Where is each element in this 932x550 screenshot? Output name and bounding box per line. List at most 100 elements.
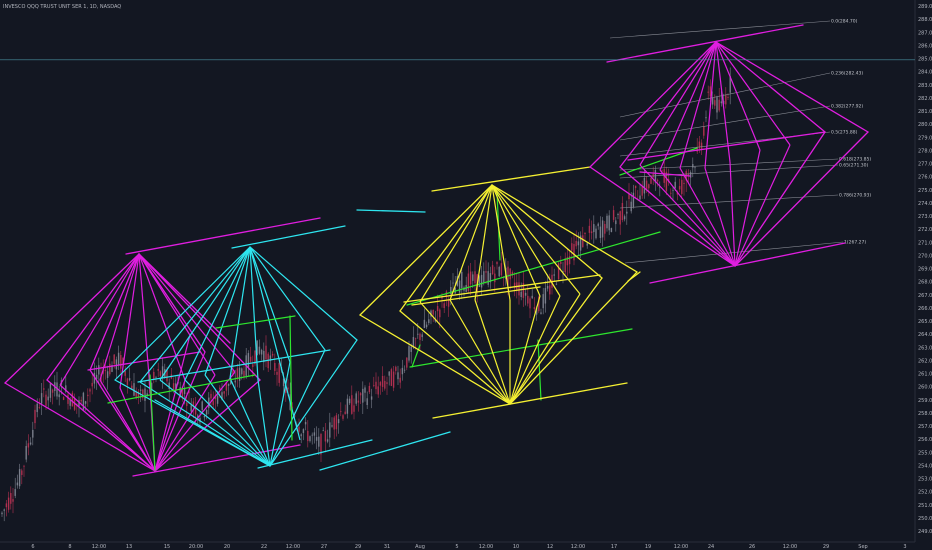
candle-body [634,185,637,189]
candle-body [692,164,694,168]
price-tick-label: 266.00 [918,306,932,312]
time-tick-label: 5 [455,544,458,550]
candle-body [183,389,186,395]
price-tick-label: 253.00 [918,477,932,483]
candle-body [249,356,252,362]
price-tick-label: 269.00 [918,267,932,273]
candle-body [14,489,16,496]
candle-body [388,371,390,376]
candle-body [353,405,355,412]
time-tick-label: 24 [708,544,714,550]
candle-body [500,263,503,276]
candle-body [357,400,360,403]
candle-body [410,346,412,352]
price-tick-label: 261.00 [918,372,932,378]
price-tick-label: 272.00 [918,227,932,233]
candle-body [370,396,373,400]
candle-body [610,228,613,232]
candle-body [601,220,604,238]
time-tick-label: 27 [321,544,327,550]
candle-body [216,395,219,404]
candle-body [307,430,309,442]
time-tick-label: 6 [31,544,34,550]
candle-body [186,402,188,406]
fib-level-label: 0.786(270.93) [839,193,871,199]
price-tick-label: 288.00 [918,17,932,23]
candle-body [45,394,47,406]
candle-body [21,470,23,475]
chart-container[interactable]: 0.0(284.70) 0.236(282.43) 0.382(277.92) 0.5… [0,0,932,550]
candle-body [571,243,573,251]
time-tick-label: 29 [355,544,361,550]
candle-body [480,274,483,288]
candle-body [311,434,313,436]
candle-body [414,338,417,340]
candle-body [324,430,327,442]
candle-body [62,397,65,400]
candle-body [276,371,278,375]
candle-body [674,181,676,189]
candle-body [630,201,632,212]
price-tick-label: 278.00 [918,148,932,154]
candle-body [155,377,157,379]
candle-body [546,285,549,289]
candle-body [443,303,445,309]
candle-body [698,141,701,149]
candle-body [58,394,60,398]
candle-body [593,224,595,233]
candle-body [153,371,155,380]
candle-body [403,369,406,371]
time-tick-label: 17 [611,544,617,550]
candle-body [615,220,617,225]
candle-body [527,295,529,304]
candle-body [498,266,500,277]
candle-body [472,274,474,281]
price-tick-label: 282.00 [918,96,932,102]
candle-body [157,369,159,371]
candle-body [362,388,364,403]
candle-body [643,177,646,194]
price-tick-label: 289.00 [918,4,932,10]
time-tick-label: 12 [547,544,553,550]
price-tick-label: 254.00 [918,463,932,469]
candle-body [320,433,322,455]
candle-body [326,439,329,442]
candle-body [573,243,575,261]
candle-body [368,385,371,393]
candle-body [71,392,74,407]
candle-body [386,382,388,384]
candle-body [87,394,89,397]
candle-body [390,369,393,386]
candle-body [599,226,602,238]
candle-body [452,282,454,284]
candle-body [392,371,395,388]
candle-body [348,398,351,404]
candle-body [586,243,588,246]
candle-body [467,273,470,292]
candle-body [727,97,729,98]
candle-body [109,363,111,375]
candle-body [540,312,542,314]
time-tick-label: 20 [224,544,230,550]
candle-body [707,91,709,93]
candle-body [681,179,683,194]
candle-body [212,400,214,406]
candle-body [544,288,547,304]
candle-body [205,409,208,415]
candle-body [483,271,485,283]
candle-body [703,126,705,136]
candle-body [641,186,643,196]
candle-body [461,271,463,289]
candle-body [47,396,49,401]
candle-body [315,437,318,441]
candle-body [166,369,168,382]
candle-body [408,346,410,361]
candle-body [401,367,404,375]
fib-level-label: 1(267.27) [844,240,866,246]
time-tick-label: 12:00 [479,544,493,550]
candle-body [23,465,25,467]
price-tick-label: 270.00 [918,253,932,259]
candle-body [172,383,175,390]
price-chart[interactable]: 0.0(284.70) 0.236(282.43) 0.382(277.92) 0.5… [0,0,932,550]
candle-body [582,235,584,248]
